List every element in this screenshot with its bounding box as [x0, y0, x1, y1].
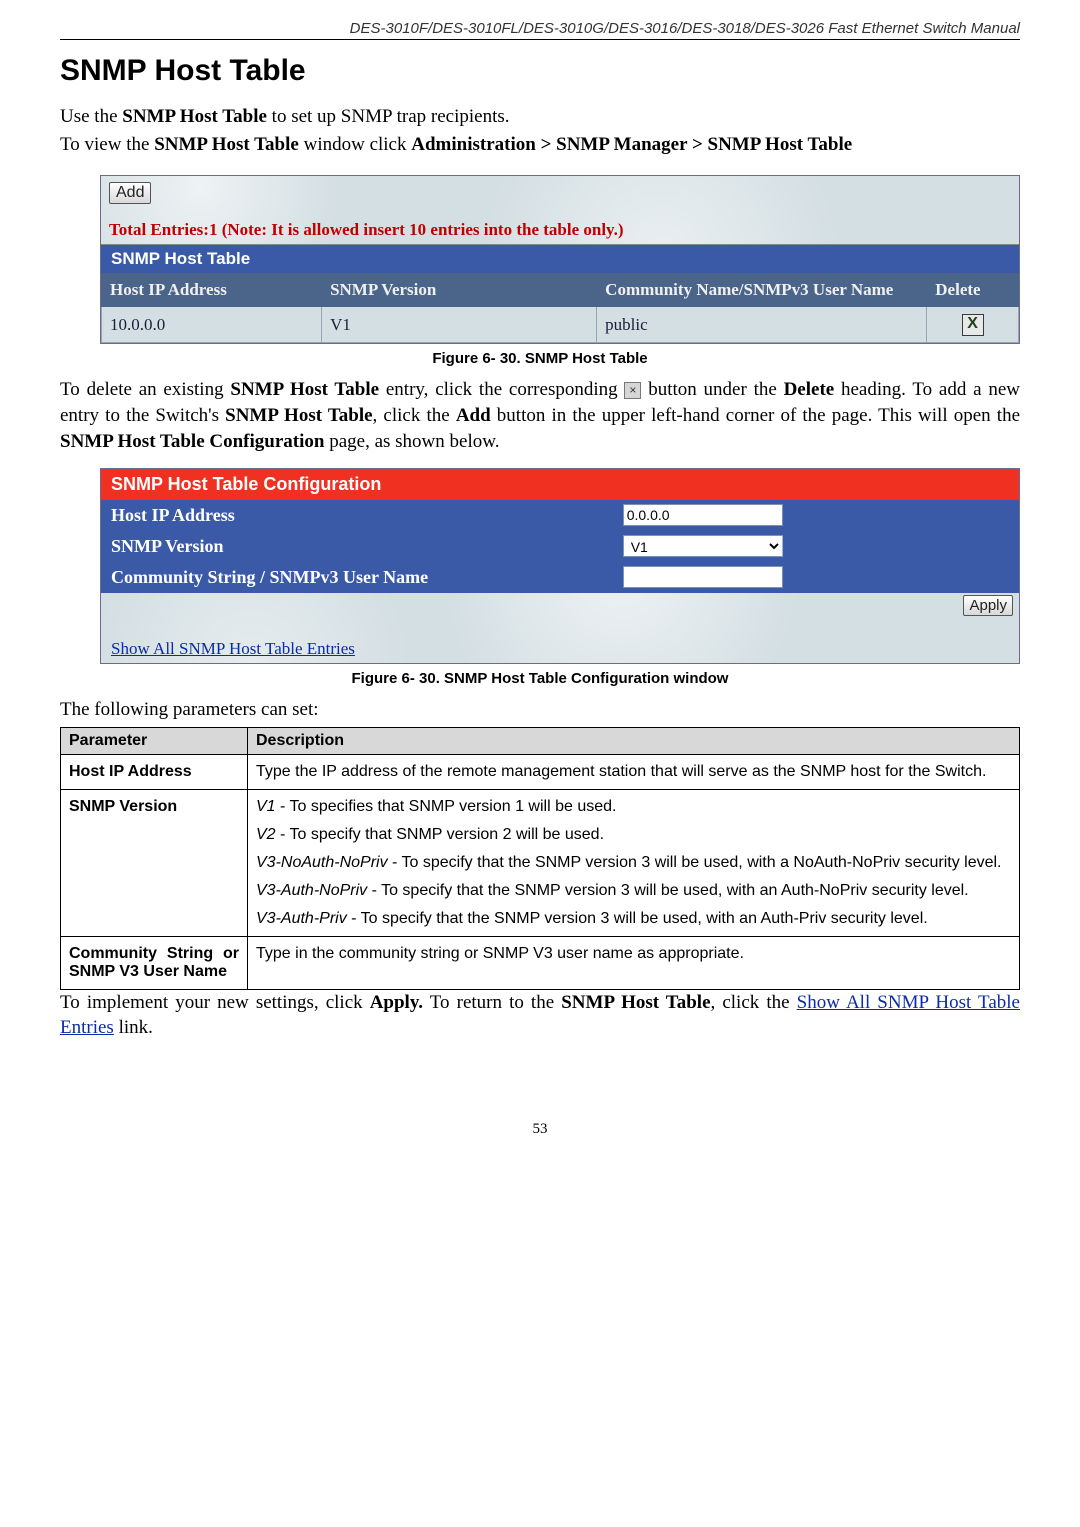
parameter-table: Parameter Description Host IP Address Ty…: [60, 727, 1020, 990]
param-head-1: Parameter: [61, 727, 248, 754]
param-name: SNMP Version: [61, 789, 248, 936]
page-header: DES-3010F/DES-3010FL/DES-3010G/DES-3016/…: [60, 20, 1020, 40]
cell-community: public: [597, 307, 927, 343]
col-host-ip: Host IP Address: [102, 274, 322, 307]
param-head-2: Description: [248, 727, 1020, 754]
intro-2-a: To view the: [60, 134, 154, 155]
figure-2-caption: Figure 6- 30. SNMP Host Table Configurat…: [60, 670, 1020, 687]
intro-1-c: to set up SNMP trap recipients.: [267, 106, 510, 127]
f-d: SNMP Host Table: [561, 992, 710, 1013]
config-footer: Apply Show All SNMP Host Table Entries: [101, 593, 1019, 663]
f-b: Apply.: [370, 992, 423, 1013]
table-header-row: Host IP Address SNMP Version Community N…: [102, 274, 1019, 307]
v3b-label: V3-Auth-NoPriv: [256, 882, 367, 899]
param-row-snmp-version: SNMP Version V1 - To specifies that SNMP…: [61, 789, 1020, 936]
param-desc: Type in the community string or SNMP V3 …: [248, 936, 1020, 989]
intro-para-1: Use the SNMP Host Table to set up SNMP t…: [60, 104, 1020, 130]
snmp-host-table-screenshot: Add Total Entries:1 (Note: It is allowed…: [100, 175, 1020, 344]
intro-1-b: SNMP Host Table: [122, 106, 267, 127]
v2-label: V2: [256, 826, 276, 843]
shot1-topbar: Add Total Entries:1 (Note: It is allowed…: [101, 176, 1019, 245]
table-row: 10.0.0.0 V1 public X: [102, 307, 1019, 343]
cell-version: V1: [322, 307, 597, 343]
snmp-version-label: SNMP Version: [101, 531, 617, 562]
param-name: Host IP Address: [61, 754, 248, 789]
f-e: , click the: [711, 992, 797, 1013]
row-snmp-version: SNMP Version V1: [101, 531, 1019, 562]
intro-para-2: To view the SNMP Host Table window click…: [60, 132, 1020, 158]
v3a-text: - To specify that the SNMP version 3 wil…: [388, 854, 1002, 871]
config-title: SNMP Host Table Configuration: [101, 469, 1019, 500]
v3a-label: V3-NoAuth-NoPriv: [256, 854, 388, 871]
v3b-text: - To specify that the SNMP version 3 wil…: [367, 882, 968, 899]
snmp-version-select[interactable]: V1: [623, 535, 783, 557]
p2-j: button in the upper left-hand corner of …: [491, 405, 1020, 426]
col-delete: Delete: [927, 274, 1019, 307]
community-input[interactable]: [623, 566, 783, 588]
p2-b: SNMP Host Table: [230, 379, 379, 400]
snmp-host-config-screenshot: SNMP Host Table Configuration Host IP Ad…: [100, 468, 1020, 664]
v2-text: - To specify that SNMP version 2 will be…: [276, 826, 604, 843]
figure-1-caption: Figure 6- 30. SNMP Host Table: [60, 350, 1020, 367]
show-all-link[interactable]: Show All SNMP Host Table Entries: [111, 639, 355, 659]
intro-2-b: SNMP Host Table: [154, 134, 299, 155]
row-community: Community String / SNMPv3 User Name: [101, 562, 1019, 593]
p2-e: Delete: [784, 379, 835, 400]
p2-g: SNMP Host Table: [225, 405, 372, 426]
page-number: 53: [60, 1121, 1020, 1138]
param-row-host-ip: Host IP Address Type the IP address of t…: [61, 754, 1020, 789]
add-button[interactable]: Add: [109, 182, 151, 204]
p2-i: Add: [456, 405, 491, 426]
apply-button[interactable]: Apply: [963, 595, 1013, 616]
total-entries-note: Total Entries:1 (Note: It is allowed ins…: [109, 220, 624, 240]
page-title: SNMP Host Table: [60, 54, 1020, 88]
param-name: Community String or SNMP V3 User Name: [61, 936, 248, 989]
param-header-row: Parameter Description: [61, 727, 1020, 754]
para-3: The following parameters can set:: [60, 697, 1020, 723]
param-desc: Type the IP address of the remote manage…: [248, 754, 1020, 789]
f-g: link.: [114, 1017, 153, 1038]
host-ip-cell: [617, 500, 1019, 531]
snmp-version-cell: V1: [617, 531, 1019, 562]
footer-para: To implement your new settings, click Ap…: [60, 990, 1020, 1041]
delete-instruction-para: To delete an existing SNMP Host Table en…: [60, 377, 1020, 454]
v1-text: - To specifies that SNMP version 1 will …: [276, 798, 617, 815]
delete-button[interactable]: X: [962, 314, 984, 336]
x-icon: ×: [624, 382, 641, 399]
p2-l: page, as shown below.: [324, 431, 499, 452]
p2-c: entry, click the corresponding: [379, 379, 624, 400]
p2-a: To delete an existing: [60, 379, 230, 400]
v3c-text: - To specify that the SNMP version 3 wil…: [347, 910, 928, 927]
cell-delete: X: [927, 307, 1019, 343]
intro-2-c: window click: [299, 134, 411, 155]
param-row-community: Community String or SNMP V3 User Name Ty…: [61, 936, 1020, 989]
col-snmp-version: SNMP Version: [322, 274, 597, 307]
shot1-title: SNMP Host Table: [101, 245, 1019, 273]
p2-k: SNMP Host Table Configuration: [60, 431, 324, 452]
f-c: To return to the: [423, 992, 561, 1013]
p2-d: button under the: [641, 379, 783, 400]
host-ip-input[interactable]: [623, 504, 783, 526]
cell-ip: 10.0.0.0: [102, 307, 322, 343]
f-a: To implement your new settings, click: [60, 992, 370, 1013]
v3c-label: V3-Auth-Priv: [256, 910, 347, 927]
intro-2-d: Administration > SNMP Manager > SNMP Hos…: [411, 134, 852, 155]
intro-1-a: Use the: [60, 106, 122, 127]
v1-label: V1: [256, 798, 276, 815]
host-ip-label: Host IP Address: [101, 500, 617, 531]
col-community: Community Name/SNMPv3 User Name: [597, 274, 927, 307]
community-label: Community String / SNMPv3 User Name: [101, 562, 617, 593]
community-cell: [617, 562, 1019, 593]
snmp-host-table: Host IP Address SNMP Version Community N…: [101, 273, 1019, 343]
param-desc: V1 - To specifies that SNMP version 1 wi…: [248, 789, 1020, 936]
row-host-ip: Host IP Address: [101, 500, 1019, 531]
p2-h: , click the: [373, 405, 456, 426]
